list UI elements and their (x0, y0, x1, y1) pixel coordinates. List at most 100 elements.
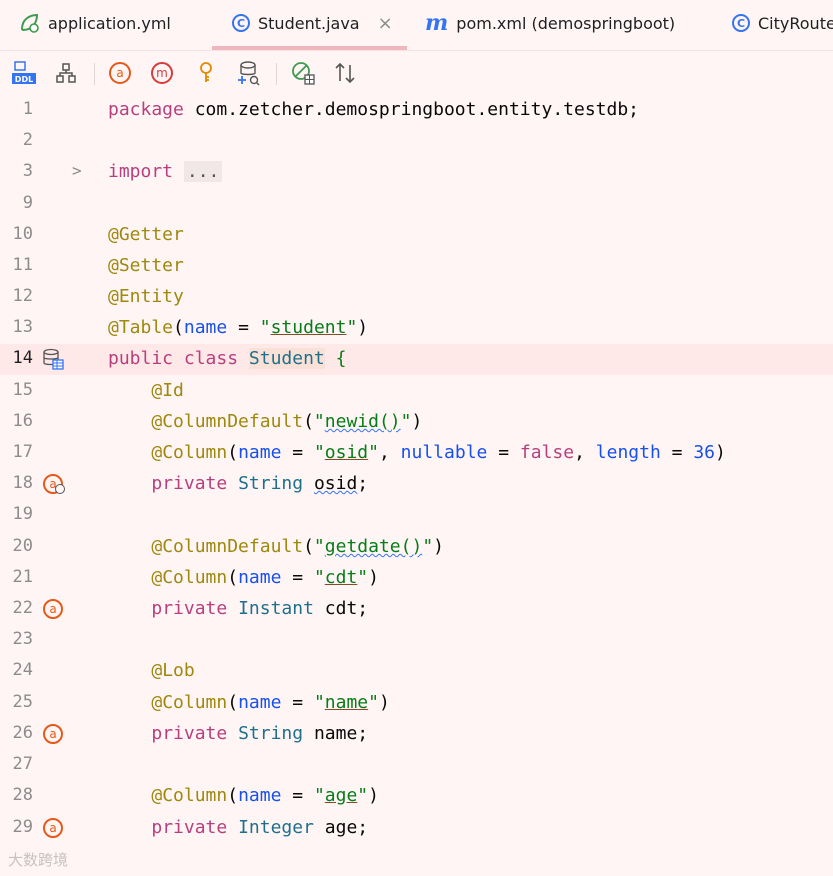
code-line: 18 a private String osid; (0, 469, 833, 500)
code-text: @Column(name = "name") (151, 692, 390, 713)
line-number: 29 (12, 817, 33, 837)
code-line: 22 a private Instant cdt; (0, 594, 833, 625)
toolbar-divider (94, 63, 95, 85)
code-line: 1 package com.zetcher.demospringboot.ent… (0, 95, 833, 126)
toolbar-divider (276, 63, 277, 85)
line-number: 15 (12, 380, 33, 400)
code-line: 28 @Column(name = "age") (0, 781, 833, 812)
code-line: 9 (0, 189, 833, 220)
line-number: 28 (12, 785, 33, 805)
line-number: 24 (12, 660, 33, 680)
code-line: 2 (0, 126, 833, 157)
tab-application-yml[interactable]: application.yml (18, 0, 171, 46)
line-number: 11 (12, 255, 33, 275)
hierarchy-icon[interactable] (52, 59, 80, 87)
code-line: 3 > import ... (0, 157, 833, 188)
entity-toolbar: DDL a m (0, 51, 833, 95)
code-line: 25 @Column(name = "name") (0, 688, 833, 719)
code-text: @Lob (151, 660, 195, 681)
code-text: @Entity (108, 286, 184, 307)
line-number: 3 (22, 161, 33, 181)
code-line: 29 a private Integer age; (0, 813, 833, 844)
code-line: 20 @ColumnDefault("getdate()") (0, 532, 833, 563)
code-text: private String osid; (151, 473, 369, 494)
line-number: 27 (12, 754, 33, 774)
code-text: @ColumnDefault("newid()") (151, 411, 423, 432)
close-tab-icon[interactable]: × (378, 13, 393, 34)
tab-label: CityRoute (758, 13, 833, 33)
code-line: 11 @Setter (0, 251, 833, 282)
line-number: 22 (12, 598, 33, 618)
code-line: 23 (0, 625, 833, 656)
line-number: 9 (22, 193, 33, 213)
code-line: 10 @Getter (0, 220, 833, 251)
maven-m-icon: m (425, 10, 449, 36)
code-editor[interactable]: 1 package com.zetcher.demospringboot.ent… (0, 95, 833, 876)
class-c-icon: C (732, 14, 750, 32)
code-text: @Id (151, 380, 184, 401)
code-line: 19 (0, 500, 833, 531)
code-text: import ... (108, 161, 223, 182)
code-line: 15 @Id (0, 376, 833, 407)
attribute-icon[interactable]: a (41, 723, 65, 745)
primary-key-attribute-icon[interactable]: a (41, 473, 65, 495)
code-text: @Column(name = "osid", nullable = false,… (151, 442, 726, 463)
editor-tab-bar: application.yml C Student.java × m pom.x… (0, 0, 833, 51)
code-line: 26 a private String name; (0, 719, 833, 750)
line-number: 13 (12, 317, 33, 337)
line-number: 20 (12, 536, 33, 556)
watermark: 大数跨境 (8, 851, 69, 869)
code-line: 27 (0, 750, 833, 781)
line-number: 18 (12, 473, 33, 493)
code-line: 17 @Column(name = "osid", nullable = fal… (0, 438, 833, 469)
tab-label: pom.xml (demospringboot) (456, 13, 676, 33)
code-text: @Column(name = "age") (151, 785, 379, 806)
code-line: 16 @ColumnDefault("newid()") (0, 407, 833, 438)
code-line: 24 @Lob (0, 656, 833, 687)
attribute-icon[interactable]: a (41, 817, 65, 839)
toggle-icon[interactable] (289, 59, 317, 87)
code-text: public class Student { (108, 348, 347, 369)
code-text: package com.zetcher.demospringboot.entit… (108, 99, 640, 120)
code-line: 21 @Column(name = "cdt") (0, 563, 833, 594)
tab-label: Student.java (258, 13, 360, 33)
code-text: @ColumnDefault("getdate()") (151, 536, 444, 557)
line-number: 21 (12, 567, 33, 587)
class-c-icon: C (232, 14, 250, 32)
line-number: 17 (12, 442, 33, 462)
tab-cityroute[interactable]: C CityRoute (732, 0, 833, 46)
line-number: 12 (12, 286, 33, 306)
ddl-icon[interactable]: DDL (10, 59, 38, 87)
code-text: @Table(name = "student") (108, 317, 369, 338)
attribute-icon[interactable]: a (41, 598, 65, 620)
code-text: @Column(name = "cdt") (151, 567, 379, 588)
code-line-current: 14 public class Student { (0, 344, 833, 375)
code-text: private Integer age; (151, 817, 369, 838)
folded-imports[interactable]: ... (183, 161, 223, 182)
sort-icon[interactable] (331, 59, 359, 87)
method-icon[interactable]: m (148, 59, 176, 87)
line-number: 23 (12, 629, 33, 649)
line-number: 10 (12, 224, 33, 244)
line-number: 19 (12, 504, 33, 524)
line-number: 26 (12, 723, 33, 743)
database-table-icon[interactable] (41, 348, 65, 370)
spring-leaf-icon (18, 12, 40, 34)
add-datasource-icon[interactable] (234, 59, 262, 87)
line-number: 25 (12, 692, 33, 712)
ddl-label: DDL (15, 75, 33, 84)
attribute-icon[interactable]: a (106, 59, 134, 87)
code-line: 12 @Entity (0, 282, 833, 313)
code-text: private String name; (151, 723, 369, 744)
code-line: 13 @Table(name = "student") (0, 313, 833, 344)
line-number: 14 (12, 348, 33, 368)
fold-chevron-icon[interactable]: > (72, 161, 82, 180)
code-text: @Setter (108, 255, 184, 276)
key-icon[interactable] (192, 59, 220, 87)
tab-pom-xml[interactable]: m pom.xml (demospringboot) (425, 0, 675, 46)
line-number: 16 (12, 411, 33, 431)
line-number: 2 (22, 130, 33, 150)
line-number: 1 (22, 99, 33, 119)
tab-student-java[interactable]: C Student.java × (212, 0, 407, 50)
tab-label: application.yml (48, 13, 171, 33)
